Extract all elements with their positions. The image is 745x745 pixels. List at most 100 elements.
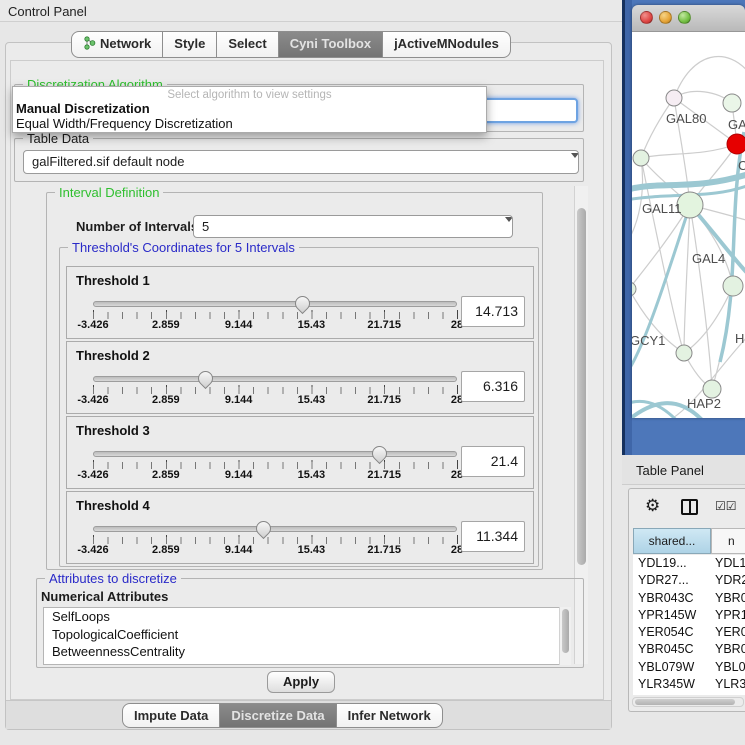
table-cell[interactable]: YLR345W bbox=[633, 676, 711, 693]
window-title: Control Panel bbox=[8, 4, 87, 19]
num-intervals-label: Number of Intervals bbox=[76, 219, 198, 234]
attributes-listbox[interactable]: SelfLoops TopologicalCoefficient Between… bbox=[43, 607, 571, 665]
apply-button[interactable]: Apply bbox=[267, 671, 335, 693]
tab-impute-data[interactable]: Impute Data bbox=[122, 703, 220, 728]
threshold-value-field[interactable]: 21.4 bbox=[461, 446, 525, 477]
list-scrollbar-thumb[interactable] bbox=[562, 609, 569, 653]
column-header-shared[interactable]: shared... bbox=[633, 528, 711, 554]
node-label: GAL80 bbox=[666, 111, 706, 126]
network-window-titlebar[interactable] bbox=[632, 5, 745, 32]
tab-style[interactable]: Style bbox=[163, 31, 217, 58]
network-node-ga[interactable] bbox=[723, 94, 741, 112]
table-cell[interactable]: YPR145W bbox=[633, 607, 711, 624]
slider-tick-labels: -3.426 2.859 9.144 15.43 21.715 28 bbox=[93, 394, 457, 408]
table-panel-titlebar: Table Panel bbox=[622, 455, 745, 485]
slider-tick-labels: -3.426 2.859 9.144 15.43 21.715 28 bbox=[93, 469, 457, 483]
table-cell[interactable]: YLR3 bbox=[711, 676, 745, 693]
list-item[interactable]: TopologicalCoefficient bbox=[44, 626, 570, 644]
table-cell[interactable]: YBR0 bbox=[711, 590, 745, 607]
table-cell[interactable]: YIL0 bbox=[711, 693, 745, 695]
tick-label: 15.43 bbox=[298, 469, 326, 481]
table-hscrollbar-thumb[interactable] bbox=[635, 699, 735, 705]
close-traffic-icon[interactable] bbox=[640, 11, 653, 24]
tab-select[interactable]: Select bbox=[217, 31, 278, 58]
tab-label: Impute Data bbox=[134, 708, 208, 723]
slider-tick-labels: -3.426 2.859 9.144 15.43 21.715 28 bbox=[93, 319, 457, 333]
popup-option-equal-width[interactable]: Equal Width/Frequency Discretization bbox=[13, 116, 486, 131]
table-cell[interactable]: YDR27... bbox=[633, 572, 711, 589]
table-cell[interactable]: YBR045C bbox=[633, 641, 711, 658]
list-scrollbar[interactable] bbox=[559, 607, 571, 665]
zoom-traffic-icon[interactable] bbox=[678, 11, 691, 24]
table-data-group: Table Data galFiltered.sif default node bbox=[14, 138, 584, 182]
network-canvas[interactable]: GAL80 GA C GAL11 GAL4 GCY1 H HAP2 bbox=[632, 32, 745, 418]
table-cell[interactable]: YBR0 bbox=[711, 641, 745, 658]
threshold-value-field[interactable]: 11.344 bbox=[461, 521, 525, 552]
network-node-gal80[interactable] bbox=[666, 90, 682, 106]
column-header-name[interactable]: n bbox=[711, 528, 745, 554]
node-label: GA bbox=[728, 117, 745, 132]
network-node-gal11[interactable] bbox=[633, 150, 649, 166]
threshold-slider[interactable] bbox=[93, 301, 457, 307]
tab-network[interactable]: Network bbox=[71, 31, 163, 58]
table-cell[interactable]: YER054C bbox=[633, 624, 711, 641]
table-cell[interactable]: YER0 bbox=[711, 624, 745, 641]
node-label: H bbox=[735, 331, 744, 346]
table-data-combobox[interactable]: galFiltered.sif default node bbox=[23, 150, 579, 174]
group-title: Attributes to discretize bbox=[45, 571, 181, 586]
table-cell[interactable]: YBL0 bbox=[711, 659, 745, 676]
panel-scrollbar-thumb[interactable] bbox=[577, 208, 586, 565]
threshold-label: Threshold 4 bbox=[76, 498, 150, 513]
tick-label: -3.426 bbox=[77, 319, 108, 331]
table-panel-title: Table Panel bbox=[636, 463, 704, 478]
network-node-gcy1[interactable] bbox=[632, 282, 636, 296]
network-node-red[interactable] bbox=[727, 134, 745, 154]
network-node-h[interactable] bbox=[723, 276, 743, 296]
tab-label: Select bbox=[228, 36, 266, 51]
tab-label: jActiveMNodules bbox=[394, 36, 499, 51]
threshold-value-field[interactable]: 14.713 bbox=[461, 296, 525, 327]
control-panel-tabs: Network Style Select Cyni Toolbox jActiv… bbox=[71, 31, 511, 58]
minimize-traffic-icon[interactable] bbox=[659, 11, 672, 24]
tab-cyni-toolbox[interactable]: Cyni Toolbox bbox=[279, 31, 383, 58]
threshold-row: Threshold 4 -3.426 2.859 9.144 15.43 21.… bbox=[66, 491, 534, 564]
tick-label: 2.859 bbox=[152, 469, 180, 481]
table-cell[interactable]: YBL079W bbox=[633, 659, 711, 676]
threshold-slider[interactable] bbox=[93, 526, 457, 532]
table-cell[interactable]: YIL052C bbox=[633, 693, 711, 695]
num-intervals-value: 5 bbox=[202, 219, 209, 234]
tab-discretize-data[interactable]: Discretize Data bbox=[220, 703, 336, 728]
columns-icon[interactable] bbox=[681, 499, 698, 515]
table-cell[interactable]: YDL19... bbox=[633, 555, 711, 572]
threshold-row: Threshold 3 -3.426 2.859 9.144 15.43 21.… bbox=[66, 416, 534, 489]
table-cell[interactable]: YDR2 bbox=[711, 572, 745, 589]
popup-option-manual[interactable]: Manual Discretization bbox=[13, 101, 486, 116]
tab-jactivemnodules[interactable]: jActiveMNodules bbox=[383, 31, 511, 58]
tick-label: 9.144 bbox=[225, 394, 253, 406]
table-cell[interactable]: YBR043C bbox=[633, 590, 711, 607]
list-item[interactable]: SelfLoops bbox=[44, 608, 570, 626]
list-item[interactable]: BetweennessCentrality bbox=[44, 643, 570, 661]
table-column-shared: YDL19... YDR27... YBR043C YPR145W YER054… bbox=[633, 555, 711, 695]
tick-label: 9.144 bbox=[225, 319, 253, 331]
tick-label: 21.715 bbox=[367, 469, 401, 481]
numerical-attributes-label: Numerical Attributes bbox=[41, 589, 168, 604]
num-intervals-combobox[interactable]: 5 bbox=[193, 215, 513, 238]
threshold-slider[interactable] bbox=[93, 451, 457, 457]
attributes-group: Attributes to discretize Numerical Attri… bbox=[36, 578, 584, 668]
threshold-slider[interactable] bbox=[93, 376, 457, 382]
tab-label: Network bbox=[100, 36, 151, 51]
algorithm-dropdown-popup: Select algorithm to view settings Manual… bbox=[12, 86, 487, 133]
popup-hint: Select algorithm to view settings bbox=[13, 87, 486, 101]
network-window[interactable]: GAL80 GA C GAL11 GAL4 GCY1 H HAP2 bbox=[632, 5, 745, 418]
gear-icon[interactable]: ⚙ bbox=[645, 496, 660, 516]
tab-infer-network[interactable]: Infer Network bbox=[337, 703, 443, 728]
tick-label: 2.859 bbox=[152, 319, 180, 331]
network-node-hap2[interactable] bbox=[676, 345, 692, 361]
table-cell[interactable]: YDL1 bbox=[711, 555, 745, 572]
tick-label: 21.715 bbox=[367, 394, 401, 406]
table-cell[interactable]: YPR1 bbox=[711, 607, 745, 624]
threshold-value-field[interactable]: 6.316 bbox=[461, 371, 525, 402]
table-hscrollbar[interactable] bbox=[632, 697, 744, 707]
select-columns-icon[interactable]: ☑☑ bbox=[715, 499, 737, 513]
